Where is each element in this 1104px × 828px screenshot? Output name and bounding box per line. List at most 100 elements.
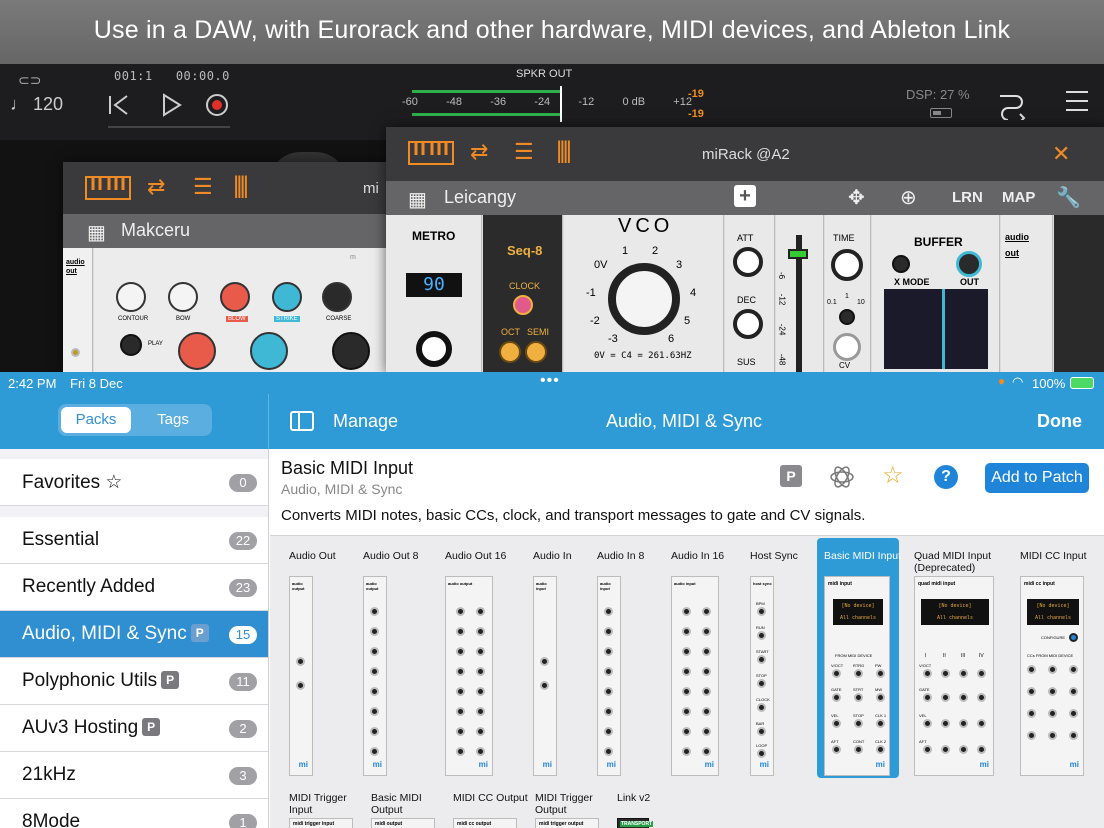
module-tile-midi-trigger-input[interactable]: MIDI Trigger Input midi trigger input bbox=[289, 792, 369, 828]
peak-left: -19 bbox=[688, 88, 704, 100]
module-tile-midi-cc-output[interactable]: MIDI CC Output midi cc output bbox=[453, 792, 533, 828]
move-icon[interactable]: ✥ bbox=[848, 185, 865, 210]
knob-metro[interactable] bbox=[416, 331, 452, 367]
multitask-dots-icon[interactable]: ••• bbox=[540, 372, 560, 390]
knob-blow[interactable] bbox=[220, 282, 250, 312]
knob-contour[interactable] bbox=[116, 282, 146, 312]
out-jack[interactable] bbox=[956, 251, 982, 277]
add-module-icon[interactable]: + bbox=[734, 185, 756, 207]
knob-x-mode[interactable] bbox=[892, 255, 910, 273]
module-buffer[interactable]: BUFFER X MODE OUT bbox=[872, 215, 1000, 374]
preset-name[interactable]: Makceru bbox=[121, 220, 190, 241]
routing-icon[interactable]: ⇄ bbox=[147, 174, 165, 200]
knob-blow-big[interactable] bbox=[178, 332, 216, 370]
knob-strike[interactable] bbox=[272, 282, 302, 312]
grid-icon[interactable]: ▦ bbox=[408, 187, 427, 212]
module-tile-midi-cc-input[interactable]: MIDI CC Input midi cc input [No device] A… bbox=[1020, 550, 1100, 776]
knob-time[interactable] bbox=[831, 249, 863, 281]
knob-vco-pitch[interactable] bbox=[608, 263, 680, 335]
add-to-patch-button[interactable]: Add to Patch bbox=[985, 463, 1089, 493]
rack-back-toolbar: ⇄ ☰ |||| mi bbox=[63, 162, 393, 214]
module-tile-audio-out-8[interactable]: Audio Out 8 audio output mi bbox=[363, 550, 443, 776]
atom-icon[interactable] bbox=[830, 465, 854, 489]
sidebar-item-essential[interactable]: Essential 22 bbox=[0, 517, 268, 564]
play-icon[interactable] bbox=[158, 92, 184, 118]
manage-button[interactable]: Manage bbox=[333, 411, 398, 432]
module-tile-link-v2[interactable]: Link v2 TRANSPORT bbox=[617, 792, 697, 828]
close-icon[interactable]: ✕ bbox=[1052, 141, 1070, 167]
knob-att[interactable] bbox=[733, 247, 763, 277]
list-icon[interactable]: ☰ bbox=[193, 174, 213, 200]
module-adsr[interactable]: ATT DEC SUS bbox=[725, 215, 775, 374]
sidebar-item-recently-added[interactable]: Recently Added 23 bbox=[0, 564, 268, 611]
knob-range[interactable] bbox=[839, 309, 855, 325]
preset-name[interactable]: Leicangy bbox=[444, 187, 516, 208]
target-icon[interactable]: ⊕ bbox=[900, 185, 917, 210]
play-button[interactable] bbox=[120, 334, 142, 356]
recording-dot-icon: ● bbox=[998, 374, 1006, 388]
sidebar-item-21khz[interactable]: 21kHz 3 bbox=[0, 752, 268, 799]
menu-icon[interactable] bbox=[1064, 88, 1090, 114]
cv-jack[interactable] bbox=[833, 333, 861, 361]
fader-handle[interactable] bbox=[788, 249, 808, 259]
knob-strike-big[interactable] bbox=[250, 332, 288, 370]
knob-bow[interactable] bbox=[168, 282, 198, 312]
keyboard-icon[interactable] bbox=[85, 176, 131, 200]
knob-oct[interactable] bbox=[499, 341, 521, 363]
status-date: Fri 8 Dec bbox=[70, 376, 123, 391]
sidebar-item-polyphonic-utils[interactable]: Polyphonic Utils P 11 bbox=[0, 658, 268, 705]
modules-icon[interactable]: |||| bbox=[556, 137, 572, 165]
sidebar-toggle-icon[interactable] bbox=[290, 411, 314, 431]
grid-icon[interactable]: ▦ bbox=[87, 220, 106, 245]
peak-right: -19 bbox=[688, 108, 704, 120]
module-tile-midi-trigger-output[interactable]: MIDI Trigger Output midi trigger output bbox=[535, 792, 615, 828]
tempo-display[interactable]: ♩ 120 bbox=[10, 94, 63, 115]
help-icon[interactable]: ? bbox=[934, 465, 958, 489]
rack-window-back[interactable]: ⇄ ☰ |||| mi ▦ Makceru audio out m CONTOU… bbox=[63, 162, 393, 374]
module-tile-audio-out[interactable]: Audio Out audio output mi bbox=[289, 550, 369, 776]
module-vco[interactable]: VCO 1 2 0V 3 -1 4 -2 5 -3 6 0V = C4 = 26… bbox=[564, 215, 724, 374]
module-fader[interactable]: -6 -12 -24 -48 bbox=[776, 215, 824, 374]
module-tile-quad-midi-input[interactable]: Quad MIDI Input (Deprecated) quad midi i… bbox=[914, 550, 994, 776]
module-audio-out[interactable]: audio out bbox=[1001, 215, 1053, 374]
sidebar-item-favorites[interactable]: Favorites ☆ 0 bbox=[0, 459, 268, 506]
sidebar-item-audio-midi-sync[interactable]: Audio, MIDI & Sync P 15 bbox=[0, 611, 268, 658]
tab-packs[interactable]: Packs bbox=[61, 407, 131, 433]
module-time[interactable]: TIME 0.1 1 10 CV bbox=[825, 215, 871, 374]
knob-semi[interactable] bbox=[525, 341, 547, 363]
clock-jack[interactable] bbox=[513, 295, 533, 315]
module-seq8[interactable]: Seq-8 CLOCK OCT SEMI bbox=[483, 215, 563, 374]
list-icon[interactable]: ☰ bbox=[514, 139, 534, 165]
routing-icon[interactable] bbox=[996, 88, 1028, 120]
module-tile-audio-in-16[interactable]: Audio In 16 audio input mi bbox=[671, 550, 751, 776]
modules-icon[interactable]: |||| bbox=[233, 172, 249, 200]
map-button[interactable]: MAP bbox=[1002, 189, 1035, 206]
module-tile-audio-out-16[interactable]: Audio Out 16 audio output mi bbox=[445, 550, 525, 776]
tab-tags[interactable]: Tags bbox=[138, 407, 208, 433]
nav-bar: Packs Tags Manage Audio, MIDI & Sync Don… bbox=[0, 394, 1104, 449]
favorite-star-icon[interactable]: ☆ bbox=[882, 461, 906, 489]
module-tile-audio-in-8[interactable]: Audio In 8 audio input mi bbox=[597, 550, 677, 776]
keyboard-icon[interactable] bbox=[408, 141, 454, 165]
module-tile-basic-midi-input[interactable]: Basic MIDI Input midi input [No device] A… bbox=[817, 538, 904, 778]
module-elements[interactable]: m CONTOUR BOW BLOW STRIKE COARSE PLAY bbox=[94, 248, 393, 374]
pro-badge: P bbox=[190, 624, 209, 642]
record-icon[interactable] bbox=[204, 92, 230, 118]
module-metro[interactable]: METRO 90 bbox=[386, 215, 482, 374]
done-button[interactable]: Done bbox=[1037, 411, 1082, 432]
scrub-bar[interactable] bbox=[108, 126, 230, 128]
module-tile-basic-midi-output[interactable]: Basic MIDI Output midi output bbox=[371, 792, 451, 828]
module-audio-out[interactable]: audio out bbox=[63, 248, 93, 374]
rack-window-front[interactable]: ⇄ ☰ |||| miRack @A2 ✕ ▦ Leicangy + ✥ ⊕ L… bbox=[386, 127, 1104, 374]
learn-button[interactable]: LRN bbox=[952, 189, 983, 206]
sidebar-item-auv3-hosting[interactable]: AUv3 Hosting P 2 bbox=[0, 705, 268, 752]
knob-big[interactable] bbox=[332, 332, 370, 370]
knob-dec[interactable] bbox=[733, 309, 763, 339]
rewind-icon[interactable] bbox=[106, 92, 132, 118]
routing-icon[interactable]: ⇄ bbox=[470, 139, 488, 165]
link-icon[interactable]: ⊂⊃ bbox=[18, 72, 41, 89]
promo-banner: Use in a DAW, with Eurorack and other ha… bbox=[0, 0, 1104, 64]
wrench-icon[interactable]: 🔧 bbox=[1056, 185, 1081, 210]
knob-coarse[interactable] bbox=[322, 282, 352, 312]
sidebar-item-8mode[interactable]: 8Mode 1 bbox=[0, 799, 268, 828]
